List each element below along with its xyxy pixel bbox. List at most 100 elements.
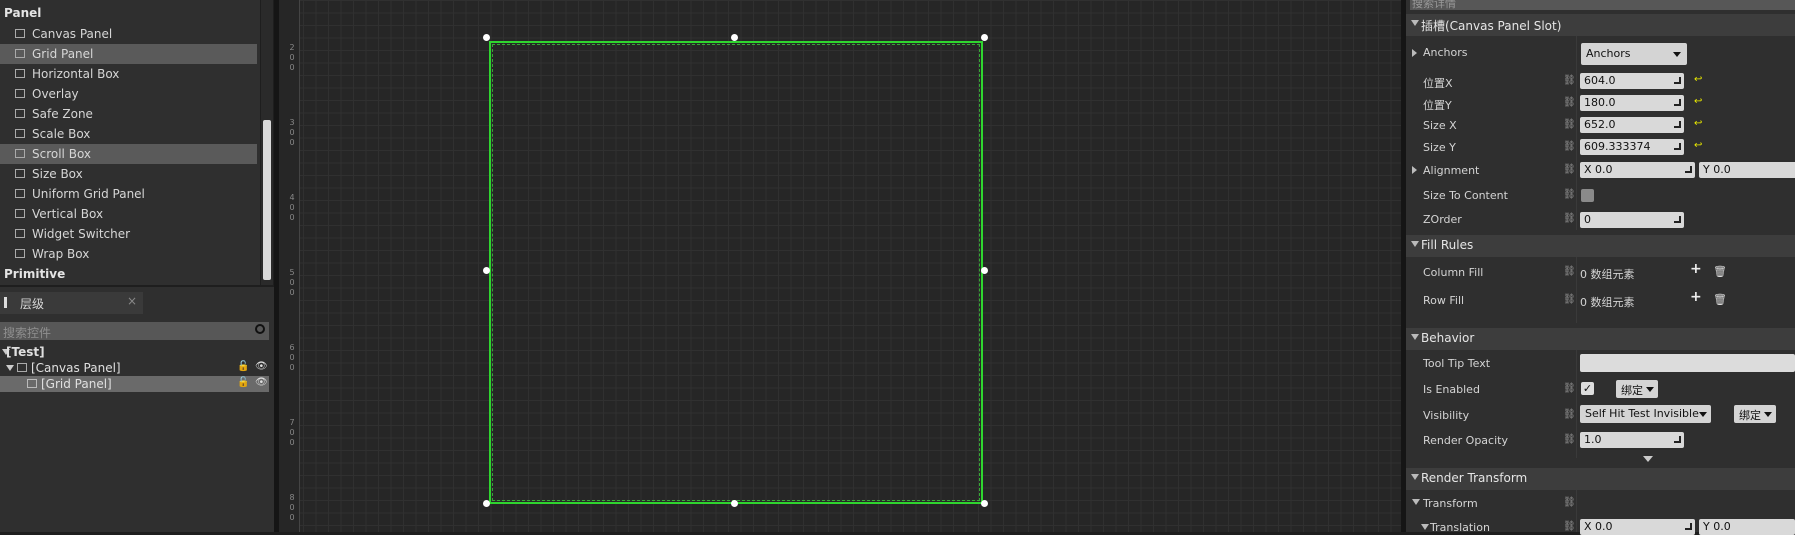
palette-item[interactable]: Horizontal Box [0, 64, 257, 84]
palette-item[interactable]: Grid Panel [0, 44, 257, 64]
palette-item[interactable]: Widget Switcher [0, 224, 257, 244]
prop-column-fill-label: Column Fill [1423, 266, 1484, 279]
reset-icon[interactable]: ↩ [1694, 96, 1702, 107]
bind-link-icon[interactable]: ⛓ [1563, 164, 1576, 175]
column-divider [1576, 257, 1577, 323]
resize-handle-bottom-left[interactable] [483, 500, 490, 507]
bind-link-icon[interactable]: ⛓ [1563, 141, 1576, 152]
bind-link-icon[interactable]: ⛓ [1563, 521, 1576, 532]
visibility-bind-dropdown[interactable]: 绑定 [1734, 405, 1776, 423]
palette-item[interactable]: Overlay [0, 84, 257, 104]
bind-link-icon[interactable]: ⛓ [1563, 189, 1576, 200]
align-x-field[interactable]: X 0.0 [1580, 162, 1695, 178]
reset-icon[interactable]: ↩ [1694, 74, 1702, 85]
zorder-field[interactable]: 0 [1580, 212, 1684, 228]
tab-hierarchy[interactable]: 层级 [0, 292, 143, 314]
palette-item-label: Scroll Box [32, 147, 92, 161]
reset-icon[interactable]: ↩ [1694, 140, 1702, 151]
palette-section-panel[interactable]: Panel [4, 6, 41, 20]
palette-item[interactable]: Vertical Box [0, 204, 257, 224]
palette-section-primitive[interactable]: Primitive [4, 267, 65, 281]
collapse-icon[interactable] [1411, 334, 1419, 340]
size-y-value: 609.333374 [1584, 140, 1651, 153]
palette-item[interactable]: Canvas Panel [0, 24, 257, 44]
category-behavior[interactable]: Behavior [1406, 328, 1795, 350]
pos-y-field[interactable]: 180.0 [1580, 95, 1684, 111]
lock-icon[interactable]: 🔓 [237, 361, 249, 372]
collapse-icon[interactable] [1421, 524, 1429, 530]
prop-translation-label: Translation [1430, 521, 1490, 534]
translation-y-field[interactable]: Y 0.0 [1699, 519, 1795, 535]
palette-item[interactable]: Wrap Box [0, 244, 257, 264]
add-icon[interactable]: + [1690, 289, 1702, 305]
bind-link-icon[interactable]: ⛓ [1563, 434, 1576, 445]
advanced-expand-icon[interactable] [1643, 456, 1653, 462]
bind-link-icon[interactable]: ⛓ [1563, 75, 1576, 86]
bind-link-icon[interactable]: ⛓ [1563, 383, 1576, 394]
add-icon[interactable]: + [1690, 261, 1702, 277]
resize-handle-bottom[interactable] [731, 500, 738, 507]
lock-icon[interactable]: 🔓 [237, 377, 249, 388]
list-icon [4, 297, 15, 308]
is-enabled-checkbox[interactable]: ✓ [1581, 382, 1594, 395]
palette-item[interactable]: Scroll Box [0, 144, 257, 164]
size-x-field[interactable]: 652.0 [1580, 117, 1684, 133]
collapse-icon[interactable] [1411, 474, 1419, 480]
size-to-content-checkbox[interactable] [1581, 189, 1594, 202]
collapse-icon[interactable] [1412, 499, 1420, 505]
visibility-dropdown[interactable]: Self Hit Test Invisible [1580, 405, 1711, 423]
size-y-field[interactable]: 609.333374 [1580, 139, 1684, 155]
bind-link-icon[interactable]: ⛓ [1563, 119, 1576, 130]
bind-link-icon[interactable]: ⛓ [1563, 497, 1576, 508]
expand-icon[interactable] [6, 365, 14, 371]
translation-x-field[interactable]: X 0.0 [1580, 519, 1695, 535]
bind-dropdown[interactable]: 绑定 [1616, 380, 1658, 398]
anchors-dropdown[interactable]: Anchors [1581, 43, 1687, 65]
hierarchy-search-input[interactable]: 搜索控件 [0, 322, 269, 340]
expand-icon[interactable] [1412, 166, 1417, 174]
palette-item[interactable]: Safe Zone [0, 104, 257, 124]
category-behavior-title: Behavior [1421, 331, 1475, 345]
render-opacity-field[interactable]: 1.0 [1580, 432, 1684, 448]
tree-item-grid-panel[interactable]: [Grid Panel] 🔓 👁 [0, 376, 269, 392]
align-y-field[interactable]: Y 0.0 [1699, 162, 1795, 178]
details-search-input[interactable]: 搜索详情 [1410, 0, 1795, 10]
category-fill-rules[interactable]: Fill Rules [1406, 235, 1795, 257]
resize-handle-top[interactable] [731, 34, 738, 41]
tree-item-canvas-panel[interactable]: [Canvas Panel] 🔓 👁 [0, 360, 269, 376]
anchors-value: Anchors [1586, 47, 1631, 60]
tooltip-text-input[interactable] [1580, 354, 1795, 372]
bind-link-icon[interactable]: ⛓ [1563, 266, 1576, 277]
column-divider [1576, 36, 1577, 230]
palette-item[interactable]: Uniform Grid Panel [0, 184, 257, 204]
tree-item-root[interactable]: [Test] [0, 344, 269, 360]
palette-item[interactable]: Size Box [0, 164, 257, 184]
expand-icon[interactable] [1412, 49, 1417, 57]
category-render-transform[interactable]: Render Transform [1406, 468, 1795, 490]
palette-item-label: Wrap Box [32, 247, 90, 261]
close-icon[interactable]: × [127, 294, 137, 308]
bind-link-icon[interactable]: ⛓ [1563, 213, 1576, 224]
resize-handle-right[interactable] [981, 267, 988, 274]
bind-link-icon[interactable]: ⛓ [1563, 97, 1576, 108]
palette-scroll-thumb[interactable] [263, 120, 271, 280]
collapse-icon[interactable] [1411, 241, 1419, 247]
resize-handle-top-right[interactable] [981, 34, 988, 41]
reset-icon[interactable]: ↩ [1694, 118, 1702, 129]
resize-handle-top-left[interactable] [483, 34, 490, 41]
category-slot[interactable]: 插槽(Canvas Panel Slot) [1406, 14, 1795, 36]
resize-handle-bottom-right[interactable] [981, 500, 988, 507]
prop-tooltip-label: Tool Tip Text [1423, 357, 1491, 370]
search-icon[interactable] [255, 324, 265, 334]
bind-link-icon[interactable]: ⛓ [1563, 409, 1576, 420]
eye-icon[interactable]: 👁 [255, 377, 268, 388]
palette-item[interactable]: Scale Box [0, 124, 257, 144]
pos-x-field[interactable]: 604.0 [1580, 73, 1684, 89]
bind-link-icon[interactable]: ⛓ [1563, 294, 1576, 305]
resize-handle-left[interactable] [483, 267, 490, 274]
tree-root-label: [Test] [6, 345, 45, 359]
trash-icon[interactable]: 🗑 [1713, 293, 1727, 306]
eye-icon[interactable]: 👁 [255, 361, 268, 372]
collapse-icon[interactable] [1411, 20, 1419, 26]
trash-icon[interactable]: 🗑 [1713, 265, 1727, 278]
